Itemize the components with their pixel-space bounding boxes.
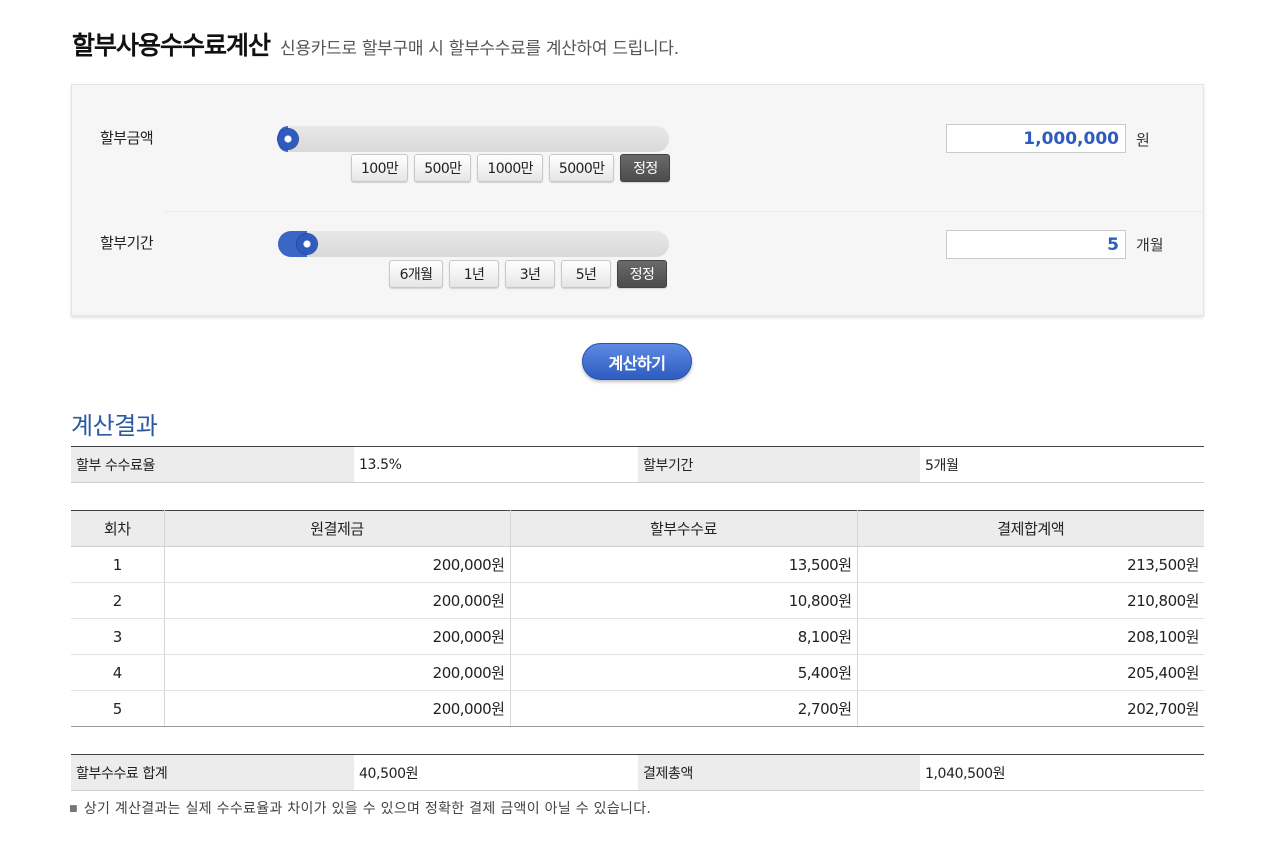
payment-total-label: 결제총액: [638, 754, 920, 791]
schedule-table: 회차 원결제금 할부수수료 결제합계액 1 200,000원 13,500원 2…: [71, 510, 1204, 727]
period-label: 할부기간: [100, 234, 154, 252]
table-cell: 200,000원: [164, 654, 511, 691]
amount-label: 할부금액: [100, 129, 154, 147]
table-cell: 2,700원: [510, 690, 858, 727]
table-row: 4 200,000원 5,400원 205,400원: [71, 654, 1204, 691]
period-slider[interactable]: [278, 231, 669, 257]
amount-slider[interactable]: [278, 126, 669, 152]
bullet-icon: ■: [69, 804, 78, 814]
column-header: 결제합계액: [857, 510, 1204, 547]
table-cell: 202,700원: [857, 690, 1204, 727]
period-preset-5years[interactable]: 5년: [561, 260, 611, 288]
fee-total-label: 할부수수료 합계: [71, 754, 354, 791]
result-summary-table: 할부 수수료율 13.5% 할부기간 5개월: [71, 446, 1204, 483]
table-cell: 4: [71, 654, 165, 691]
amount-preset-5000man[interactable]: 5000만: [548, 154, 615, 182]
table-cell: 205,400원: [857, 654, 1204, 691]
period-preset-3years[interactable]: 3년: [505, 260, 555, 288]
period-reset-button[interactable]: 정정: [617, 260, 667, 288]
table-cell: 5,400원: [510, 654, 858, 691]
disclaimer-note: ■ 상기 계산결과는 실제 수수료율과 차이가 있을 수 있으며 정확한 결제 금…: [69, 798, 651, 818]
table-row: 1 200,000원 13,500원 213,500원: [71, 546, 1204, 583]
column-header: 할부수수료: [510, 510, 858, 547]
amount-reset-button[interactable]: 정정: [620, 154, 671, 182]
table-cell: 200,000원: [164, 546, 511, 583]
period-summary-label: 할부기간: [638, 446, 920, 483]
table-cell: 13,500원: [510, 546, 858, 583]
panel-divider: [164, 211, 1203, 212]
table-row: 2 200,000원 10,800원 210,800원: [71, 582, 1204, 619]
table-cell: 200,000원: [164, 618, 511, 655]
amount-value-input[interactable]: 1,000,000: [946, 124, 1126, 153]
rate-label: 할부 수수료율: [71, 446, 354, 483]
table-cell: 3: [71, 618, 165, 655]
table-cell: 2: [71, 582, 165, 619]
input-panel: 할부금액 100만 500만 1000만 5000만 정정 1,000,000 …: [71, 84, 1204, 316]
table-cell: 1: [71, 546, 165, 583]
rate-value: 13.5%: [354, 446, 638, 483]
page-subtitle: 신용카드로 할부구매 시 할부수수료를 계산하여 드립니다.: [280, 39, 679, 59]
table-header-row: 회차 원결제금 할부수수료 결제합계액: [71, 510, 1204, 547]
period-preset-6months[interactable]: 6개월: [389, 260, 443, 288]
table-row: 할부 수수료율 13.5% 할부기간 5개월: [71, 446, 1204, 483]
table-cell: 8,100원: [510, 618, 858, 655]
calculate-button[interactable]: 계산하기: [582, 343, 692, 380]
period-preset-1year[interactable]: 1년: [449, 260, 499, 288]
amount-preset-1000man[interactable]: 1000만: [477, 154, 543, 182]
disclaimer-text: 상기 계산결과는 실제 수수료율과 차이가 있을 수 있으며 정확한 결제 금액…: [83, 801, 652, 817]
page-title: 할부사용수수료계산: [72, 31, 271, 60]
table-cell: 210,800원: [857, 582, 1204, 619]
period-preset-buttons: 6개월 1년 3년 5년 정정: [389, 260, 667, 288]
fee-total-value: 40,500원: [354, 754, 638, 791]
table-cell: 10,800원: [510, 582, 858, 619]
amount-preset-500man[interactable]: 500만: [414, 154, 472, 182]
result-heading: 계산결과: [71, 412, 158, 440]
amount-preset-buttons: 100만 500만 1000만 5000만 정정: [351, 154, 671, 182]
table-cell: 208,100원: [857, 618, 1204, 655]
amount-slider-handle[interactable]: [278, 129, 298, 149]
period-slider-handle[interactable]: [297, 234, 317, 254]
table-row: 할부수수료 합계 40,500원 결제총액 1,040,500원: [71, 754, 1204, 791]
table-cell: 200,000원: [164, 690, 511, 727]
period-value-input[interactable]: 5: [946, 230, 1126, 259]
column-header: 원결제금: [164, 510, 511, 547]
table-cell: 5: [71, 690, 165, 727]
result-totals-table: 할부수수료 합계 40,500원 결제총액 1,040,500원: [71, 754, 1204, 791]
amount-preset-100man[interactable]: 100만: [351, 154, 409, 182]
table-row: 3 200,000원 8,100원 208,100원: [71, 618, 1204, 655]
table-cell: 213,500원: [857, 546, 1204, 583]
table-cell: 200,000원: [164, 582, 511, 619]
payment-total-value: 1,040,500원: [920, 754, 1204, 791]
column-header: 회차: [71, 510, 165, 547]
page-header: 할부사용수수료계산 신용카드로 할부구매 시 할부수수료를 계산하여 드립니다.: [72, 26, 679, 62]
amount-unit: 원: [1136, 131, 1150, 149]
table-row: 5 200,000원 2,700원 202,700원: [71, 690, 1204, 727]
period-unit: 개월: [1136, 236, 1164, 254]
period-summary-value: 5개월: [920, 446, 1204, 483]
